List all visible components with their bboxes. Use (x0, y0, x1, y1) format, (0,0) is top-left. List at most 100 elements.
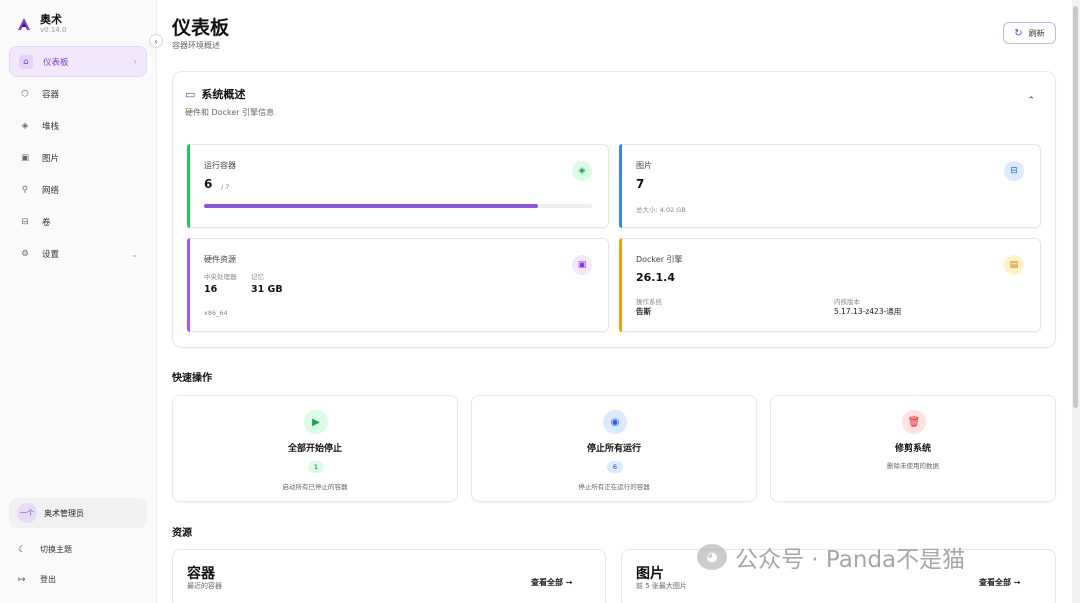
logout-button[interactable]: ↦ 登出 (18, 574, 56, 585)
sidebar-item-stacks[interactable]: ◈ 堆栈 (9, 111, 147, 141)
chevron-down-icon: ⌄ (131, 249, 138, 259)
user-menu[interactable]: 一个 奥术管理员 (9, 498, 147, 528)
containers-resource-card: 容器 最近的容器 查看全部 → (172, 549, 606, 603)
images-card[interactable]: 图片 7 总大小: 4.02 GB ⊟ (619, 144, 1041, 228)
card-label: 硬件资源 (204, 255, 236, 264)
sidebar-item-containers[interactable]: ⬡ 容器 (9, 79, 147, 109)
docker-version: 26.1.4 (636, 271, 675, 284)
overview-subtitle: 硬件和 Docker 引擎信息 (185, 108, 275, 117)
sidebar-item-label: 设置 (42, 250, 60, 260)
page-title: 仪表板 (172, 17, 230, 39)
memory-label: 记忆 (251, 273, 264, 281)
app-version: v0.14.0 (40, 25, 67, 34)
avatar: 一个 (17, 503, 37, 523)
container-icon: ◈ (572, 161, 592, 181)
cpu-label: 中央处理器 (204, 273, 237, 281)
card-label: 运行容器 (204, 161, 236, 170)
memory-value: 31 GB (251, 284, 283, 295)
sidebar-item-label: 网络 (42, 186, 60, 196)
sidebar-item-volumes[interactable]: ⊟ 卷 (9, 207, 147, 237)
image-icon: ▣ (20, 153, 30, 163)
resource-title: 容器 (187, 566, 215, 582)
theme-toggle-button[interactable]: ☾ 切换主题 (18, 544, 72, 555)
sidebar-item-networks[interactable]: ⚲ 网络 (9, 175, 147, 205)
os-value: 告斯 (636, 307, 651, 316)
view-all-images-link[interactable]: 查看全部 → (979, 577, 1021, 588)
card-accent-bar (187, 144, 190, 228)
watermark-text: 公众号 · Panda不是猫 (735, 547, 966, 573)
stop-all-running-button[interactable]: ◉ 停止所有运行 6 停止所有正在运行的容器 (471, 395, 757, 502)
running-count: 6 (204, 177, 213, 191)
drive-icon: ⊟ (1004, 161, 1024, 181)
scrollbar-thumb[interactable] (1073, 6, 1078, 408)
drive-icon: ⊟ (21, 217, 29, 227)
hardware-card[interactable]: 硬件资源 中央处理器 16 记忆 31 GB x86_64 ▣ (187, 238, 609, 332)
docker-engine-card[interactable]: Docker 引擎 26.1.4 操作系统 告斯 内核版本 5.17.13-z4… (619, 238, 1041, 332)
action-title: 全部开始停止 (287, 444, 342, 454)
overview-title: ▭ 系统概述 (185, 86, 245, 102)
total-count: / 7 (221, 183, 230, 191)
sidebar-item-images[interactable]: ▣ 图片 (9, 143, 147, 173)
resources-title: 资源 (172, 528, 192, 539)
action-title: 修剪系统 (894, 444, 931, 454)
app-name: 奥术 (40, 12, 62, 26)
view-all-containers-link[interactable]: 查看全部 → (531, 577, 573, 588)
running-containers-card[interactable]: 运行容器 6 / 7 ◈ (187, 144, 609, 228)
logo-icon (18, 18, 30, 30)
sidebar-item-label: 容器 (42, 90, 60, 100)
image-count: 7 (636, 177, 645, 191)
system-overview-panel: ▭ 系统概述 硬件和 Docker 引擎信息 ⌃ 运行容器 6 / 7 ◈ 图片… (172, 71, 1056, 348)
action-desc: 停止所有正在运行的容器 (578, 483, 650, 491)
box-icon: ⬡ (21, 89, 29, 99)
sidebar-item-label: 堆栈 (42, 122, 60, 132)
start-all-stopped-button[interactable]: ▶ 全部开始停止 1 启动所有已停止的容器 (172, 395, 458, 502)
action-desc: 启动所有已停止的容器 (282, 483, 348, 491)
refresh-button[interactable]: ↻ 刷新 (1003, 22, 1056, 44)
monitor-icon: ▭ (185, 87, 196, 101)
sidebar-item-dashboard[interactable]: ⌂ 仪表板 › (9, 46, 147, 77)
watermark: ◕ 公众号 · Panda不是猫 (697, 540, 965, 574)
theme-toggle-label: 切换主题 (40, 545, 72, 554)
resource-title: 图片 (636, 566, 664, 582)
main-content: 仪表板 容器环境概述 ↻ 刷新 ▭ 系统概述 硬件和 Docker 引擎信息 ⌃… (157, 0, 1080, 603)
refresh-label: 刷新 (1028, 28, 1045, 38)
logout-label: 登出 (40, 575, 56, 584)
sidebar-item-label: 卷 (42, 218, 51, 228)
images-size: 总大小: 4.02 GB (636, 206, 686, 214)
card-label: 图片 (636, 161, 652, 170)
home-icon: ⌂ (19, 54, 33, 69)
running-progress-bar (204, 204, 592, 208)
chevron-right-icon: › (133, 57, 137, 66)
moon-icon: ☾ (18, 544, 27, 555)
scrollbar[interactable] (1072, 0, 1080, 603)
user-name: 奥术管理员 (44, 508, 84, 518)
overview-title-text: 系统概述 (201, 88, 246, 101)
kernel-value: 5.17.13-z423-通用 (834, 307, 902, 316)
resource-subtitle: 前 5 张最大图片 (636, 582, 687, 590)
stop-icon: ◉ (603, 410, 627, 434)
app-root: 奥术 v0.14.0 ‹ ⌂ 仪表板 › ⬡ 容器 ◈ 堆栈 ▣ 图片 ⚲ 网络… (0, 0, 1080, 603)
network-icon: ⚲ (21, 185, 29, 195)
sidebar-item-label: 仪表板 (43, 57, 69, 68)
cpu-value: 16 (204, 284, 218, 295)
sidebar-nav: ⌂ 仪表板 › ⬡ 容器 ◈ 堆栈 ▣ 图片 ⚲ 网络 ⊟ 卷 ⚙ 设置 ⌄ (0, 40, 156, 269)
page-subtitle: 容器环境概述 (172, 41, 220, 50)
refresh-icon: ↻ (1014, 27, 1023, 39)
action-title: 停止所有运行 (586, 444, 641, 454)
chevron-up-icon[interactable]: ⌃ (1027, 96, 1035, 106)
brand[interactable]: 奥术 v0.14.0 (0, 0, 156, 40)
cpu-icon: ▣ (572, 255, 592, 275)
prune-system-button[interactable]: 🗑 修剪系统 删除未使用的数据 (770, 395, 1056, 502)
card-accent-bar (619, 144, 622, 228)
card-accent-bar (619, 238, 622, 332)
count-badge: 6 (607, 461, 623, 473)
card-label: Docker 引擎 (636, 255, 683, 264)
logout-icon: ↦ (18, 574, 26, 585)
card-accent-bar (187, 238, 190, 332)
server-icon: ▤ (1004, 255, 1024, 275)
sidebar-item-label: 图片 (42, 154, 60, 164)
gear-icon: ⚙ (21, 249, 29, 259)
arch-value: x86_64 (204, 309, 228, 317)
layers-icon: ◈ (21, 121, 29, 131)
sidebar-item-settings[interactable]: ⚙ 设置 ⌄ (9, 239, 147, 269)
